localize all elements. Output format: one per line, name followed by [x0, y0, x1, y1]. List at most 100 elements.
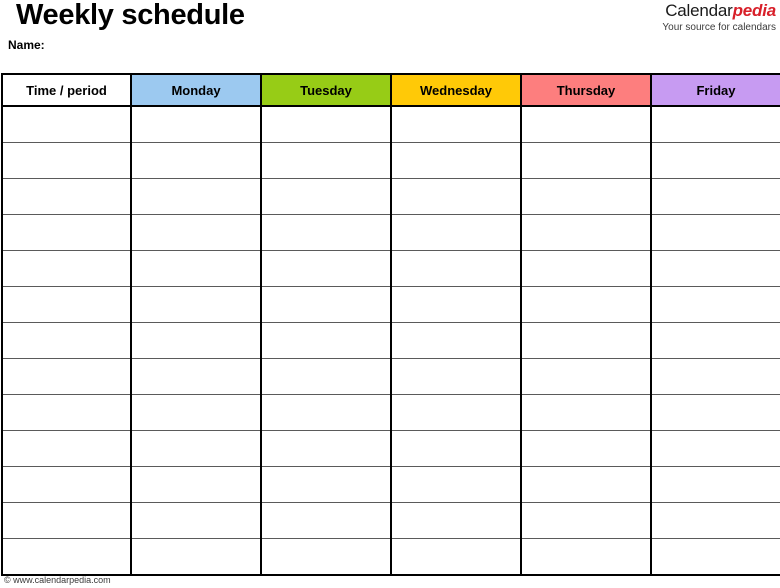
schedule-entry-cell[interactable]	[651, 250, 780, 287]
schedule-entry-cell[interactable]	[521, 178, 652, 215]
schedule-entry-cell[interactable]	[391, 394, 522, 431]
schedule-entry-cell[interactable]	[131, 142, 262, 179]
schedule-entry-cell[interactable]	[391, 502, 522, 539]
schedule-entry-cell[interactable]	[651, 358, 780, 395]
schedule-entry-cell[interactable]	[131, 538, 262, 575]
time-period-cell[interactable]	[2, 250, 132, 287]
schedule-entry-cell[interactable]	[391, 142, 522, 179]
schedule-entry-cell[interactable]	[521, 538, 652, 575]
schedule-entry-cell[interactable]	[261, 394, 392, 431]
schedule-entry-cell[interactable]	[521, 430, 652, 467]
schedule-entry-cell[interactable]	[391, 358, 522, 395]
schedule-entry-cell[interactable]	[521, 466, 652, 503]
schedule-entry-cell[interactable]	[391, 430, 522, 467]
table-body	[2, 106, 780, 575]
schedule-entry-cell[interactable]	[261, 286, 392, 323]
time-period-cell[interactable]	[2, 466, 132, 503]
calendarpedia-logo: Calendarpedia Your source for calendars	[662, 2, 776, 34]
schedule-entry-cell[interactable]	[651, 178, 780, 215]
schedule-entry-cell[interactable]	[261, 466, 392, 503]
schedule-entry-cell[interactable]	[521, 142, 652, 179]
schedule-entry-cell[interactable]	[651, 430, 780, 467]
schedule-entry-cell[interactable]	[521, 106, 652, 143]
schedule-entry-cell[interactable]	[131, 286, 262, 323]
schedule-entry-cell[interactable]	[131, 394, 262, 431]
schedule-entry-cell[interactable]	[261, 214, 392, 251]
page-header: Weekly schedule Name: Calendarpedia Your…	[0, 0, 780, 73]
schedule-entry-cell[interactable]	[521, 250, 652, 287]
schedule-entry-cell[interactable]	[391, 214, 522, 251]
schedule-entry-cell[interactable]	[131, 466, 262, 503]
table-row	[2, 466, 780, 503]
column-header-wednesday: Wednesday	[391, 74, 522, 107]
time-period-cell[interactable]	[2, 106, 132, 143]
schedule-entry-cell[interactable]	[131, 250, 262, 287]
schedule-entry-cell[interactable]	[521, 394, 652, 431]
schedule-entry-cell[interactable]	[651, 466, 780, 503]
schedule-entry-cell[interactable]	[261, 142, 392, 179]
time-period-cell[interactable]	[2, 430, 132, 467]
brand-wordmark: Calendarpedia	[662, 2, 776, 20]
table-row	[2, 322, 780, 359]
schedule-entry-cell[interactable]	[521, 358, 652, 395]
time-period-cell[interactable]	[2, 286, 132, 323]
schedule-entry-cell[interactable]	[651, 214, 780, 251]
schedule-entry-cell[interactable]	[391, 322, 522, 359]
schedule-entry-cell[interactable]	[651, 106, 780, 143]
table-row	[2, 214, 780, 251]
column-header-thursday: Thursday	[521, 74, 652, 107]
table-row	[2, 502, 780, 539]
schedule-entry-cell[interactable]	[391, 250, 522, 287]
schedule-entry-cell[interactable]	[521, 286, 652, 323]
schedule-entry-cell[interactable]	[261, 106, 392, 143]
schedule-entry-cell[interactable]	[391, 286, 522, 323]
time-period-cell[interactable]	[2, 178, 132, 215]
schedule-entry-cell[interactable]	[651, 142, 780, 179]
schedule-entry-cell[interactable]	[131, 106, 262, 143]
schedule-entry-cell[interactable]	[651, 286, 780, 323]
schedule-entry-cell[interactable]	[651, 394, 780, 431]
table-row	[2, 178, 780, 215]
table-header-row: Time / period Monday Tuesday Wednesday T…	[2, 74, 780, 107]
schedule-entry-cell[interactable]	[521, 214, 652, 251]
table-row	[2, 358, 780, 395]
schedule-entry-cell[interactable]	[131, 214, 262, 251]
time-period-cell[interactable]	[2, 358, 132, 395]
schedule-entry-cell[interactable]	[261, 322, 392, 359]
time-period-cell[interactable]	[2, 394, 132, 431]
time-period-cell[interactable]	[2, 322, 132, 359]
schedule-entry-cell[interactable]	[391, 178, 522, 215]
time-period-cell[interactable]	[2, 214, 132, 251]
schedule-entry-cell[interactable]	[651, 322, 780, 359]
brand-name-accent: pedia	[732, 1, 777, 20]
schedule-entry-cell[interactable]	[261, 502, 392, 539]
schedule-entry-cell[interactable]	[261, 430, 392, 467]
schedule-entry-cell[interactable]	[261, 250, 392, 287]
schedule-entry-cell[interactable]	[651, 538, 780, 575]
brand-name-main: Calendar	[665, 1, 733, 20]
weekly-schedule-page: Weekly schedule Name: Calendarpedia Your…	[0, 0, 780, 588]
time-period-cell[interactable]	[2, 538, 132, 575]
table-row	[2, 286, 780, 323]
schedule-entry-cell[interactable]	[261, 178, 392, 215]
schedule-entry-cell[interactable]	[261, 358, 392, 395]
column-header-friday: Friday	[651, 74, 780, 107]
schedule-entry-cell[interactable]	[521, 322, 652, 359]
schedule-entry-cell[interactable]	[131, 358, 262, 395]
name-field-label: Name:	[8, 38, 45, 52]
schedule-entry-cell[interactable]	[131, 178, 262, 215]
schedule-entry-cell[interactable]	[391, 538, 522, 575]
schedule-entry-cell[interactable]	[391, 466, 522, 503]
time-period-cell[interactable]	[2, 142, 132, 179]
column-header-monday: Monday	[131, 74, 262, 107]
schedule-entry-cell[interactable]	[391, 106, 522, 143]
schedule-entry-cell[interactable]	[521, 502, 652, 539]
schedule-entry-cell[interactable]	[131, 322, 262, 359]
schedule-entry-cell[interactable]	[261, 538, 392, 575]
schedule-entry-cell[interactable]	[131, 430, 262, 467]
schedule-entry-cell[interactable]	[131, 502, 262, 539]
time-period-cell[interactable]	[2, 502, 132, 539]
table-header-row-group: Time / period Monday Tuesday Wednesday T…	[2, 74, 780, 107]
schedule-entry-cell[interactable]	[651, 502, 780, 539]
column-header-tuesday: Tuesday	[261, 74, 392, 107]
